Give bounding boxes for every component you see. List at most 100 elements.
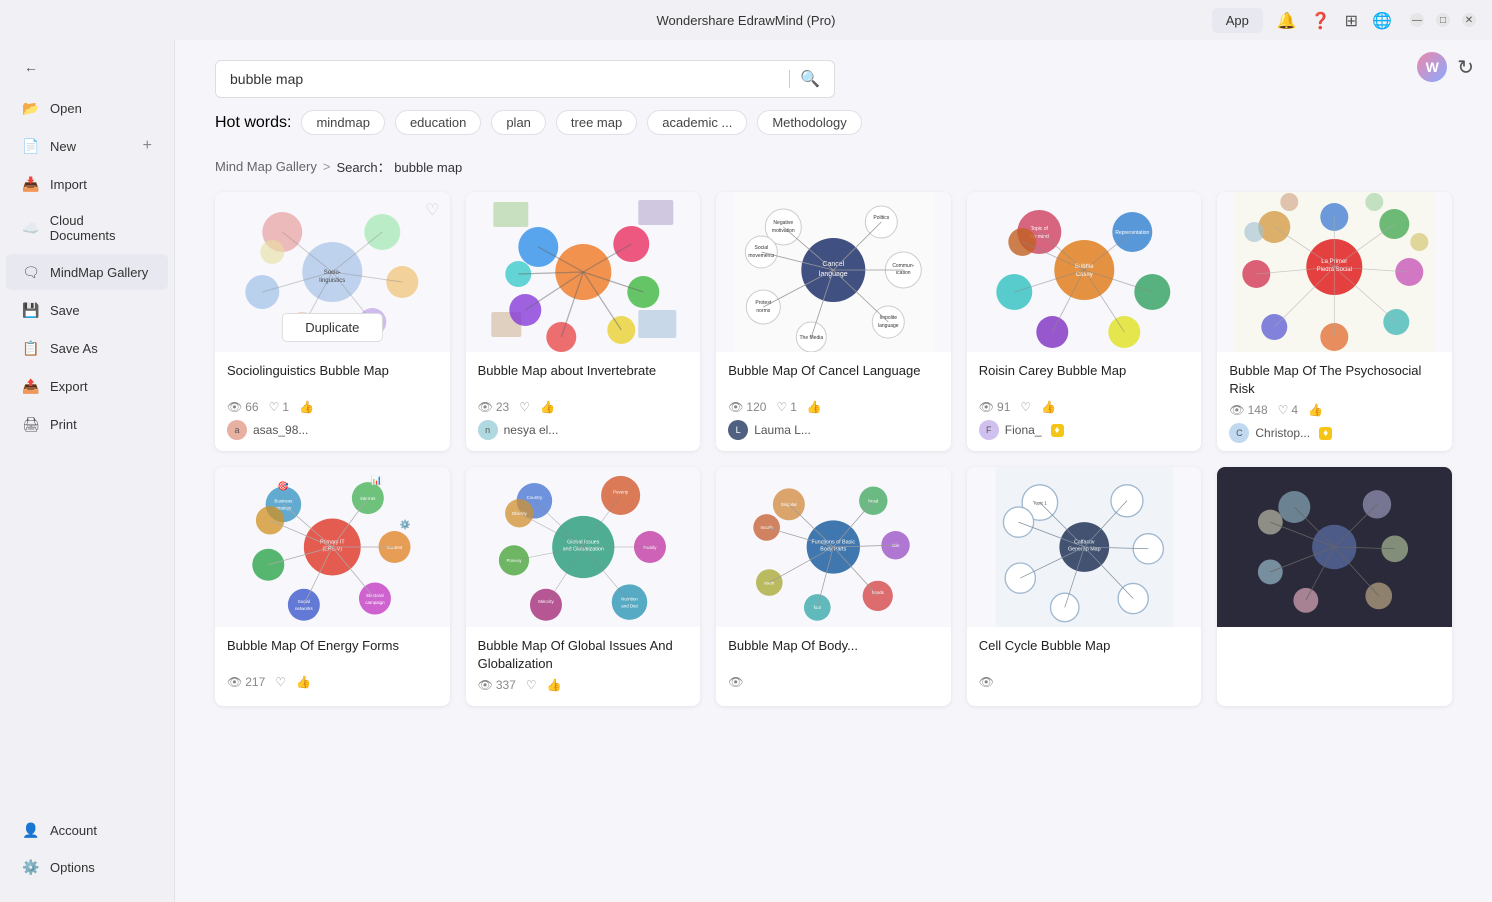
app-button[interactable]: App (1212, 8, 1263, 33)
svg-text:Business: Business (274, 499, 293, 504)
thumb-icon-6: 👍 (296, 675, 311, 689)
card-thumb-2: 👍 (540, 400, 555, 414)
card-stats-6: 👁 217 ♡ 👍 (227, 675, 438, 689)
duplicate-button-1[interactable]: Duplicate (282, 313, 382, 342)
maximize-button[interactable]: □ (1436, 13, 1450, 27)
gallery-card-3[interactable]: Cancel language Negative motivation Poli… (716, 192, 951, 451)
refresh-icon[interactable]: ↻ (1457, 55, 1474, 80)
card-stats-9: 👁 (979, 675, 1190, 689)
pro-badge-4: ♦ (1051, 424, 1064, 437)
svg-text:networks: networks (295, 606, 314, 611)
gallery-card-8[interactable]: Functions of Basic Body Parts Singular h… (716, 467, 951, 706)
breadcrumb-gallery-link[interactable]: Mind Map Gallery (215, 159, 317, 174)
grid-icon[interactable]: ⊞ (1345, 11, 1358, 31)
card-stats-7: 👁 337 ♡ 👍 (478, 678, 689, 692)
gallery-card-5[interactable]: La Primer Piedra Social (1217, 192, 1452, 451)
card-info-7: Bubble Map Of Global Issues And Globaliz… (466, 627, 701, 706)
card-stats-4: 👁 91 ♡ 👍 (979, 400, 1190, 414)
sidebar-item-account[interactable]: 👤 Account (6, 812, 168, 848)
card-title-2: Bubble Map about Invertebrate (478, 362, 689, 394)
globe-icon[interactable]: 🌐 (1372, 11, 1392, 31)
card-info-9: Cell Cycle Bubble Map 👁 (967, 627, 1202, 703)
eye-icon-8: 👁 (728, 675, 743, 689)
card-image-7: Global Issues and Globalization Country … (466, 467, 701, 627)
author-avatar-1: a (227, 420, 247, 440)
gallery-card-10[interactable] (1217, 467, 1452, 706)
sidebar-label-open: Open (50, 101, 82, 116)
gallery-card-9[interactable]: Calfactiv Generap Map Topic 1 (967, 467, 1202, 706)
card-info-3: Bubble Map Of Cancel Language 👁 120 ♡ 1 … (716, 352, 951, 448)
heart-stat-icon-7: ♡ (526, 678, 537, 692)
gallery-card-7[interactable]: Global Issues and Globalization Country … (466, 467, 701, 706)
svg-text:movements: movements (749, 253, 775, 259)
card-info-2: Bubble Map about Invertebrate 👁 23 ♡ 👍 (466, 352, 701, 448)
author-avatar-4: F (979, 420, 999, 440)
minimize-button[interactable]: — (1410, 13, 1424, 27)
sidebar-item-export[interactable]: 📤 Export (6, 368, 168, 404)
card-likes-6: ♡ (275, 675, 286, 689)
card-likes-3: ♡ 1 (776, 400, 796, 414)
sidebar-item-save[interactable]: 💾 Save (6, 292, 168, 328)
svg-text:Global Issues: Global Issues (567, 540, 600, 546)
svg-text:norms: norms (757, 308, 771, 314)
svg-text:Commun-: Commun- (893, 263, 915, 269)
search-input[interactable] (230, 71, 779, 87)
bell-icon[interactable]: 🔔 (1277, 11, 1297, 31)
svg-text:Minority: Minority (538, 599, 554, 604)
card-title-7: Bubble Map Of Global Issues And Globaliz… (478, 637, 689, 672)
svg-text:⚙️: ⚙️ (400, 519, 411, 530)
card-heart-1[interactable]: ♡ (425, 200, 439, 220)
gallery-card-6[interactable]: Primary IT (EPS-V) Business strategy Int… (215, 467, 450, 706)
card-stats-8: 👁 (728, 675, 939, 689)
search-bar: 🔍 (215, 60, 835, 98)
search-area: 🔍 Hot words: mindmap education plan tree… (175, 40, 1492, 145)
sidebar-item-import[interactable]: 📥 Import (6, 166, 168, 202)
card-info-4: Roisin Carey Bubble Map 👁 91 ♡ 👍 (967, 352, 1202, 448)
sidebar-label-print: Print (50, 417, 77, 432)
sidebar-label-import: Import (50, 177, 87, 192)
card-title-3: Bubble Map Of Cancel Language (728, 362, 939, 394)
hot-word-education[interactable]: education (395, 110, 481, 135)
options-icon: ⚙️ (22, 858, 40, 876)
card-thumb-6: 👍 (296, 675, 311, 689)
sidebar-label-export: Export (50, 379, 88, 394)
svg-text:Electoral: Electoral (366, 593, 383, 598)
heart-stat-icon-4: ♡ (1020, 400, 1031, 414)
eye-icon-9: 👁 (979, 675, 994, 689)
author-avatar-3: L (728, 420, 748, 440)
hot-word-treemap[interactable]: tree map (556, 110, 637, 135)
search-button[interactable]: 🔍 (800, 69, 820, 89)
eye-icon-5: 👁 (1229, 403, 1244, 417)
gallery-icon: 🗨 (22, 263, 40, 281)
card-stats-2: 👁 23 ♡ 👍 (478, 400, 689, 414)
user-avatar[interactable]: W (1417, 52, 1447, 82)
sidebar-item-cloud[interactable]: ☁️ Cloud Documents (6, 204, 168, 252)
close-button[interactable]: ✕ (1462, 13, 1476, 27)
sidebar: ← 📂 Open 📄 New + 📥 Import ☁️ Cloud Docum… (0, 40, 175, 902)
svg-text:Internet: Internet (360, 496, 376, 501)
card-views-6: 👁 217 (227, 675, 265, 689)
gallery-card-4[interactable]: Bubble Casey Topic of my mind Representa… (967, 192, 1202, 451)
card-info-1: Sociolinguistics Bubble Map 👁 66 ♡ 1 👍 (215, 352, 450, 448)
breadcrumb: Mind Map Gallery > Search： bubble map (175, 145, 1492, 184)
hot-word-methodology[interactable]: Methodology (757, 110, 861, 135)
card-title-6: Bubble Map Of Energy Forms (227, 637, 438, 669)
gallery-card-1[interactable]: Socio- linguistics ♡ Duplicate Socioling… (215, 192, 450, 451)
hot-word-academic[interactable]: academic ... (647, 110, 747, 135)
hot-word-mindmap[interactable]: mindmap (301, 110, 384, 135)
sidebar-item-options[interactable]: ⚙️ Options (6, 849, 168, 885)
svg-text:Casey: Casey (1076, 272, 1093, 278)
back-button[interactable]: ← (6, 49, 168, 85)
card-views-9: 👁 (979, 675, 994, 689)
card-thumb-3: 👍 (807, 400, 822, 414)
hot-word-plan[interactable]: plan (491, 110, 546, 135)
sidebar-item-open[interactable]: 📂 Open (6, 90, 168, 126)
sidebar-item-gallery[interactable]: 🗨 MindMap Gallery (6, 254, 168, 290)
gallery-card-2[interactable]: Bubble Map about Invertebrate 👁 23 ♡ 👍 (466, 192, 701, 451)
card-views-4: 👁 91 (979, 400, 1011, 414)
heart-stat-icon-2: ♡ (519, 400, 530, 414)
sidebar-item-new[interactable]: 📄 New + (6, 128, 168, 164)
sidebar-item-print[interactable]: 🖨 Print (6, 406, 168, 442)
sidebar-item-saveas[interactable]: 📋 Save As (6, 330, 168, 366)
help-icon[interactable]: ❓ (1311, 11, 1331, 31)
